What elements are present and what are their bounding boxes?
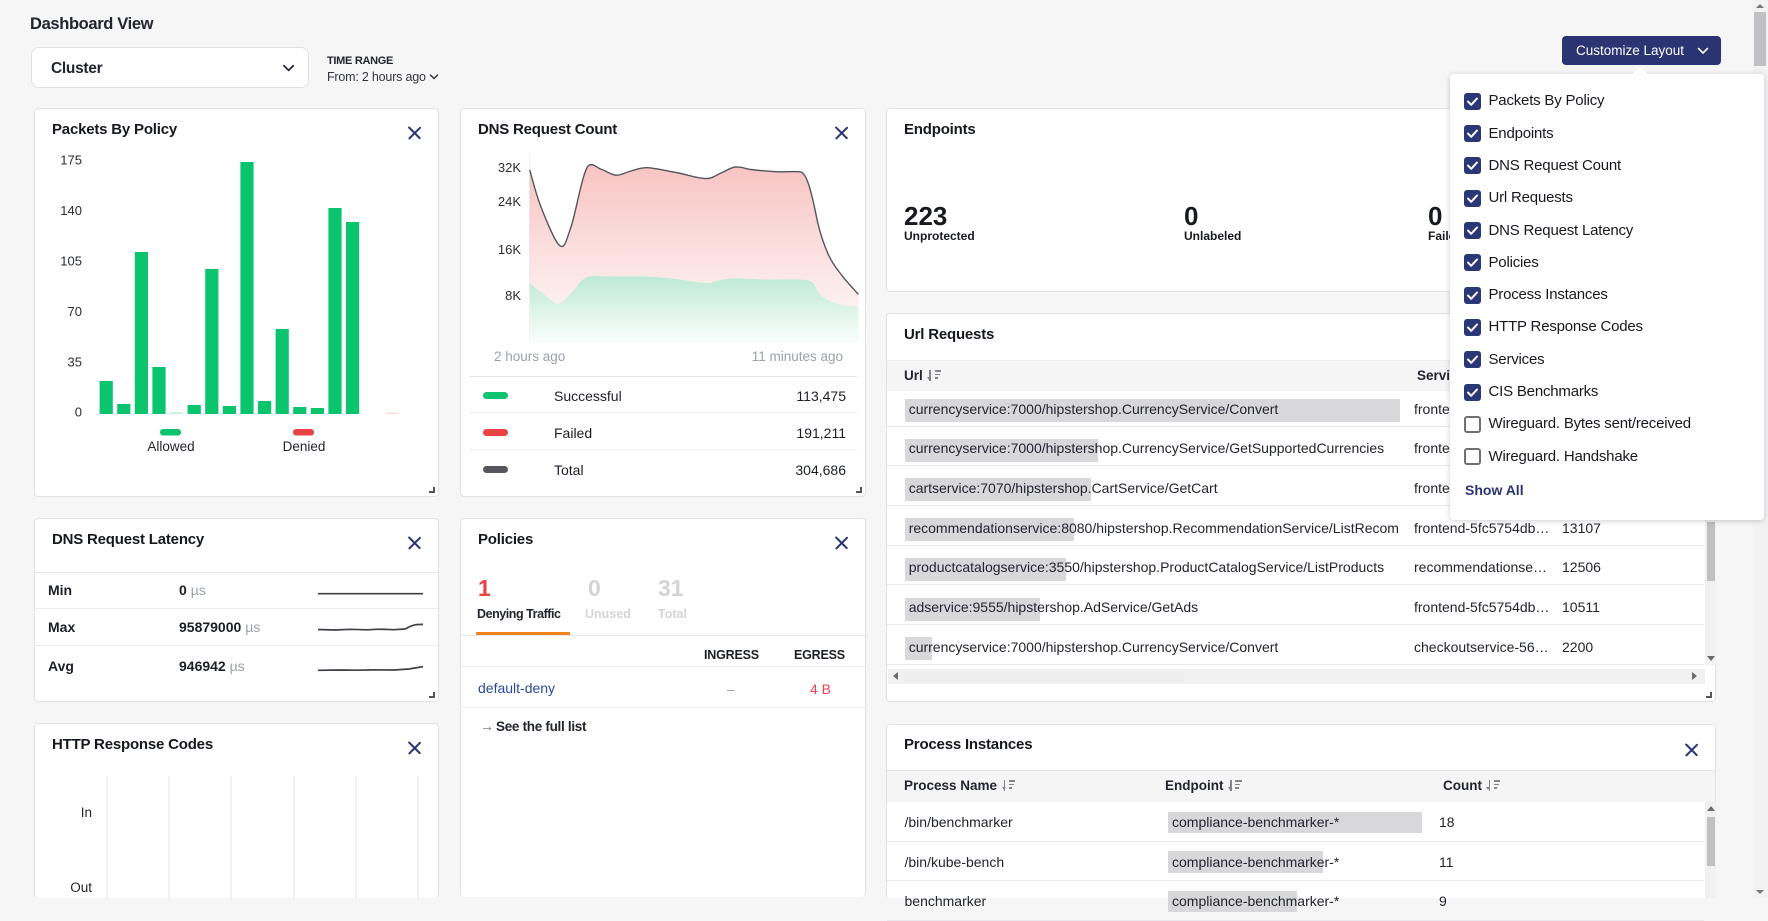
svg-text:24K: 24K	[498, 194, 521, 209]
svg-text:Allowed: Allowed	[147, 439, 194, 454]
svg-text:Out: Out	[70, 880, 92, 895]
svg-text:In: In	[81, 805, 92, 820]
svg-text:105: 105	[60, 254, 82, 269]
svg-text:0: 0	[75, 405, 82, 420]
svg-text:175: 175	[60, 153, 82, 168]
svg-text:2 hours ago: 2 hours ago	[494, 349, 565, 364]
svg-text:32K: 32K	[498, 160, 521, 175]
svg-text:8K: 8K	[505, 288, 521, 303]
svg-text:11 minutes ago: 11 minutes ago	[752, 349, 843, 364]
svg-text:Denied: Denied	[283, 439, 326, 454]
svg-text:70: 70	[68, 304, 82, 319]
svg-text:16K: 16K	[498, 242, 521, 257]
svg-text:140: 140	[60, 203, 82, 218]
svg-text:35: 35	[68, 354, 82, 369]
